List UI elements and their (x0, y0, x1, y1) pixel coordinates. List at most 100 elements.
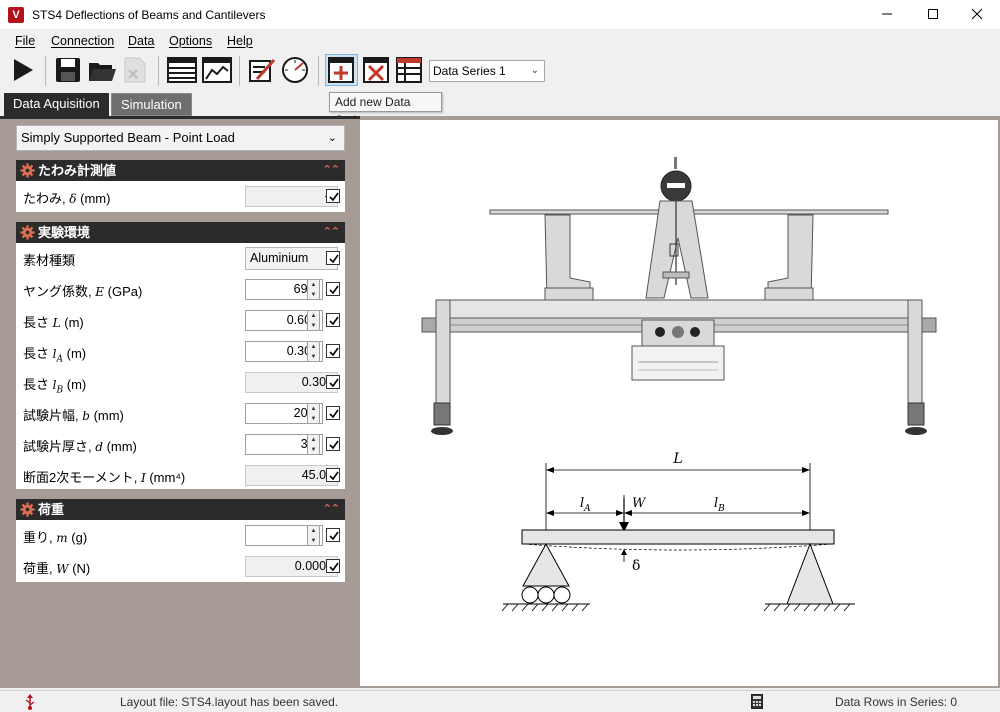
spinner[interactable]: ▲ ▼ (307, 310, 320, 331)
field-label: 素材種類 (23, 253, 76, 268)
gauge-button[interactable] (280, 55, 310, 85)
youngs-modulus-checkbox[interactable] (326, 282, 340, 296)
length-L-checkbox[interactable] (326, 313, 340, 327)
field-label: 荷重, W (N) (23, 561, 91, 576)
tab-simulation[interactable]: Simulation (111, 93, 192, 116)
open-folder-icon (89, 63, 116, 81)
collapse-icon[interactable]: ⌃⌃ (323, 222, 340, 243)
gauge-icon (282, 57, 308, 83)
field-label: 重り, m (g) (23, 530, 88, 545)
status-bar: Layout file: STS4.layout has been saved.… (0, 690, 1000, 712)
data-series-value: Data Series 1 (433, 64, 506, 78)
check-icon (329, 316, 339, 326)
edit-button[interactable] (247, 55, 277, 85)
spin-up-icon: ▲ (310, 282, 317, 288)
spin-down-icon: ▼ (310, 292, 317, 298)
check-icon (329, 347, 339, 357)
close-icon (971, 8, 983, 20)
close-file-button[interactable] (120, 55, 150, 85)
collapse-icon[interactable]: ⌃⌃ (323, 499, 340, 520)
left-panel: Simply Supported Beam - Point Load ⌄ たわみ… (0, 116, 360, 688)
spin-down-icon: ▼ (310, 416, 317, 422)
spinner[interactable]: ▲ ▼ (307, 279, 320, 300)
label-W: W (632, 496, 647, 511)
section-header[interactable]: 実験環境 ⌃⌃ (16, 222, 345, 243)
menu-file[interactable]: File (15, 34, 35, 48)
load-checkbox[interactable] (326, 559, 340, 573)
delete-series-button[interactable] (361, 55, 391, 85)
minimize-button[interactable] (864, 0, 910, 30)
field-label: 長さ L (m) (23, 315, 84, 330)
ground-hatch (501, 603, 851, 612)
gear-icon (20, 225, 35, 240)
gear-icon (20, 502, 35, 517)
row-length-lA: 長さ lA (m) 0.300 ▲ ▼ (16, 336, 345, 367)
spinner[interactable]: ▲ ▼ (307, 434, 320, 455)
tab-data-aquisition[interactable]: Data Aquisition (4, 93, 109, 116)
add-series-button[interactable] (325, 54, 358, 86)
check-icon (329, 471, 339, 481)
status-message: Layout file: STS4.layout has been saved. (120, 695, 339, 709)
menu-connection[interactable]: Connection (51, 34, 114, 48)
second-moment-checkbox[interactable] (326, 468, 340, 482)
save-button[interactable] (53, 55, 83, 85)
deflection-checkbox[interactable] (326, 189, 340, 203)
label-lB: lB (714, 496, 725, 514)
section-header[interactable]: 荷重 ⌃⌃ (16, 499, 345, 520)
graph-view-button[interactable] (201, 55, 232, 85)
spinner[interactable]: ▲ ▼ (307, 525, 320, 546)
material-checkbox[interactable] (326, 251, 340, 265)
field-label: ヤング係数, E (GPa) (23, 284, 143, 299)
menu-help[interactable]: Help (227, 34, 253, 48)
row-load: 荷重, W (N) 0.0000 (16, 551, 345, 582)
row-deflection: たわみ, δ (mm) -- (16, 181, 345, 212)
section-header[interactable]: たわみ計測値 ⌃⌃ (16, 160, 345, 181)
section-title: 荷重 (38, 502, 65, 517)
table-view-button[interactable] (166, 55, 197, 85)
row-youngs-modulus: ヤング係数, E (GPa) 69.0 ▲ ▼ (16, 274, 345, 305)
spin-up-icon: ▲ (310, 313, 317, 319)
test-rig-illustration (421, 157, 937, 435)
field-label: たわみ, δ (mm) (23, 191, 111, 206)
collapse-icon[interactable]: ⌃⌃ (323, 160, 340, 181)
spin-up-icon: ▲ (310, 344, 317, 350)
play-button[interactable] (8, 55, 38, 85)
row-second-moment: 断面2次モーメント, I (mm⁴) 45.00 (16, 460, 345, 491)
row-length-lB: 長さ lB (m) 0.300 (16, 367, 345, 398)
series-table-icon (396, 57, 422, 83)
mass-checkbox[interactable] (326, 528, 340, 542)
spinner[interactable]: ▲ ▼ (307, 403, 320, 424)
window-title: STS4 Deflections of Beams and Cantilever… (32, 8, 266, 22)
play-icon (14, 59, 33, 81)
usb-icon (25, 694, 35, 710)
check-icon (329, 378, 339, 388)
spinner[interactable]: ▲ ▼ (307, 341, 320, 362)
maximize-button[interactable] (910, 0, 956, 30)
open-button[interactable] (87, 55, 117, 85)
chevron-down-icon: ⌄ (530, 65, 539, 76)
section-title: 実験環境 (38, 225, 91, 240)
series-table-button[interactable] (394, 55, 424, 85)
length-lB-checkbox[interactable] (326, 375, 340, 389)
field-label: 試験片幅, b (mm) (23, 408, 124, 423)
field-label: 長さ lB (m) (23, 377, 87, 396)
width-b-checkbox[interactable] (326, 406, 340, 420)
spin-down-icon: ▼ (310, 538, 317, 544)
calculator-icon (751, 694, 763, 709)
toolbar-separator (45, 56, 46, 86)
minimize-icon (882, 13, 892, 15)
toolbar-separator (318, 56, 319, 86)
length-lB-value: 0.300 (245, 372, 338, 393)
length-lA-checkbox[interactable] (326, 344, 340, 358)
data-series-select[interactable]: Data Series 1 ⌄ (429, 60, 545, 82)
table-icon (167, 57, 197, 83)
thickness-d-checkbox[interactable] (326, 437, 340, 451)
apparatus-diagram: L lA lB W δ (421, 157, 937, 612)
close-button[interactable] (954, 0, 1000, 30)
beam-mode-select[interactable]: Simply Supported Beam - Point Load ⌄ (16, 125, 345, 151)
menu-options[interactable]: Options (169, 34, 212, 48)
menu-data[interactable]: Data (128, 34, 154, 48)
row-width-b: 試験片幅, b (mm) 20.0 ▲ ▼ (16, 398, 345, 429)
material-select[interactable]: Aluminium ⌄ (245, 247, 338, 270)
label-L: L (672, 451, 682, 467)
